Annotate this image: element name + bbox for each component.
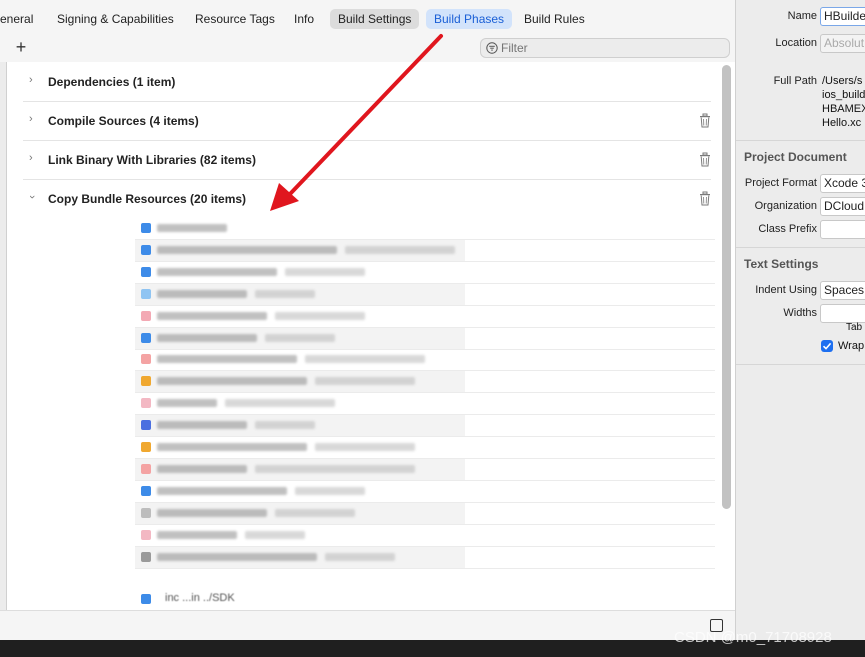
name-field[interactable]: HBuilde <box>820 7 865 26</box>
divider <box>736 140 865 141</box>
class-prefix-label: Class Prefix <box>758 223 817 235</box>
project-format-select[interactable]: Xcode 3 <box>820 174 865 193</box>
divider <box>736 247 865 248</box>
full-path-line: /Users/s <box>822 75 863 87</box>
project-format-label: Project Format <box>744 177 817 189</box>
wrap-checkbox[interactable] <box>821 340 833 352</box>
watermark: CSDN @m0_71708928 <box>674 629 832 646</box>
checkmark-icon <box>822 342 832 350</box>
location-label: Location <box>775 37 817 49</box>
wrap-label: Wrap <box>838 340 865 352</box>
name-label: Name <box>787 10 817 22</box>
widths-label: Widths <box>783 307 817 319</box>
organization-field[interactable]: DCloud <box>820 197 865 216</box>
location-select[interactable]: Absolut <box>820 34 865 53</box>
project-document-heading: Project Document <box>744 150 847 164</box>
full-path-line: ios_build <box>822 89 865 101</box>
indent-using-select[interactable]: Spaces <box>820 281 865 300</box>
file-inspector: Name HBuilde Location Absolut Full Path … <box>735 0 865 640</box>
organization-label: Organization <box>754 200 817 212</box>
tab-width-field[interactable] <box>820 304 865 323</box>
full-path-line: Hello.xc <box>822 117 862 129</box>
class-prefix-field[interactable] <box>820 220 865 239</box>
indent-using-label: Indent Using <box>755 284 817 296</box>
text-settings-heading: Text Settings <box>744 257 819 271</box>
divider <box>736 364 865 365</box>
tab-label: Tab <box>846 322 863 333</box>
full-path-label: Full Path <box>773 75 817 87</box>
full-path-line: HBAMEX <box>822 103 865 115</box>
